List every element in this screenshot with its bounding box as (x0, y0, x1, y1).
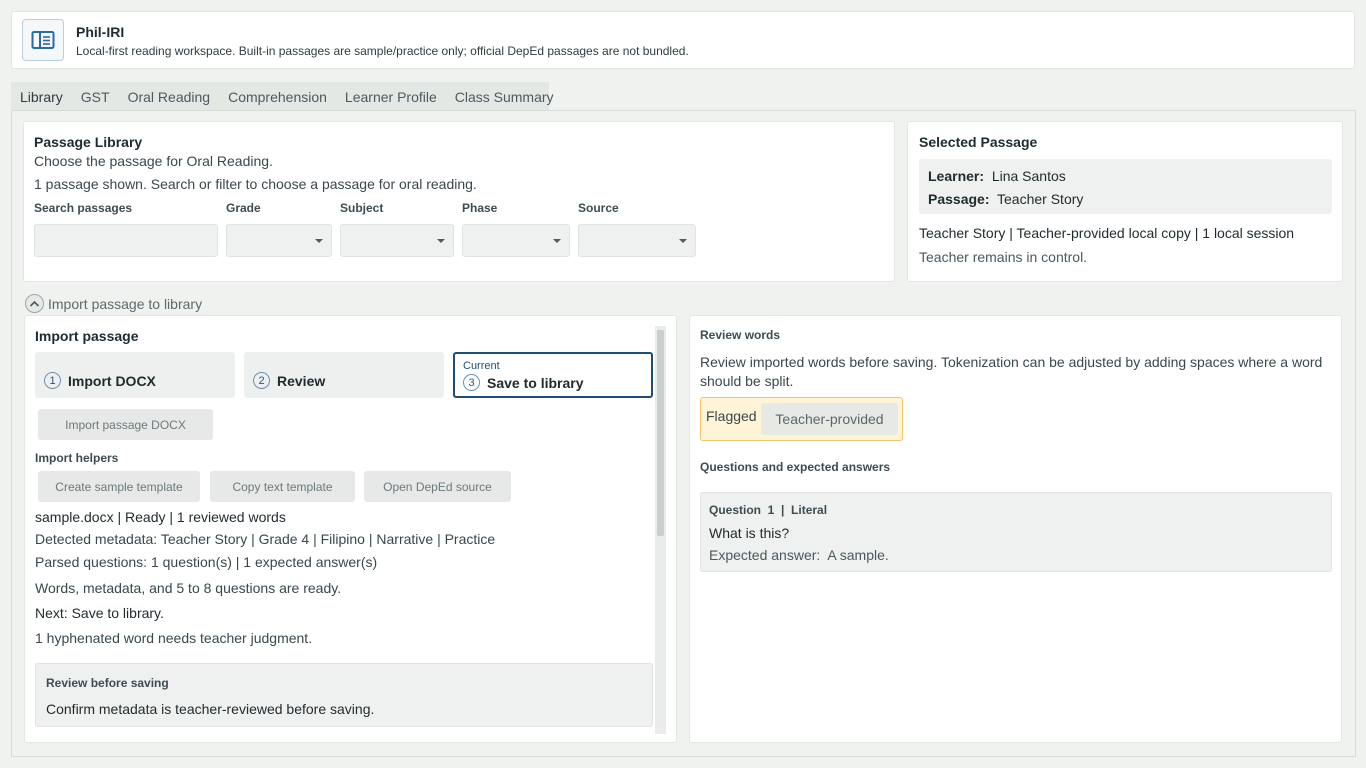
app-subtitle: Local-first reading workspace. Built-in … (76, 44, 689, 58)
step-number: 2 (253, 372, 270, 389)
search-input[interactable] (34, 224, 218, 257)
question-card: Question 1 | Literal What is this? Expec… (700, 492, 1332, 572)
tab-oral-reading[interactable]: Oral Reading (119, 89, 220, 105)
review-before-saving: Review before saving Confirm metadata is… (35, 663, 653, 727)
passage-name: Teacher Story (997, 191, 1084, 207)
copy-text-template-button[interactable]: Copy text template (210, 471, 355, 502)
create-sample-template-button[interactable]: Create sample template (38, 471, 200, 502)
learner-name: Lina Santos (991, 168, 1066, 184)
step-label: Review (277, 373, 326, 389)
chevron-down-icon (437, 239, 445, 243)
selected-passage-title: Selected Passage (919, 134, 1038, 150)
word-chip[interactable]: Teacher-provided (761, 403, 898, 435)
file-status: sample.docx | Ready | 1 reviewed words (35, 509, 286, 525)
tab-gst[interactable]: GST (72, 89, 119, 105)
import-scrollbar[interactable] (655, 326, 666, 734)
app-header: Phil-IRI Local-first reading workspace. … (11, 11, 1355, 69)
expected-answer-value: A sample. (827, 547, 889, 563)
review-words-card: Review words Review imported words befor… (689, 315, 1342, 743)
book-panel-icon (22, 19, 64, 61)
tab-class-summary[interactable]: Class Summary (446, 89, 563, 105)
subject-select[interactable] (340, 224, 454, 257)
step-save-to-library[interactable]: Current 3 Save to library (453, 352, 653, 398)
chevron-down-icon (315, 239, 323, 243)
step-label: Save to library (487, 375, 584, 391)
tab-bar: Library GST Oral Reading Comprehension L… (11, 82, 554, 111)
scroll-thumb[interactable] (657, 330, 664, 536)
next-step: Next: Save to library. (35, 605, 164, 621)
review-before-saving-title: Review before saving (46, 676, 169, 690)
selected-meta: Teacher Story | Teacher-provided local c… (919, 225, 1295, 241)
passage-library-status: 1 passage shown. Search or filter to cho… (34, 176, 477, 192)
grade-label: Grade (226, 201, 261, 215)
chevron-up-icon[interactable] (25, 294, 44, 313)
passage-row: Passage: Teacher Story (928, 191, 1083, 207)
expected-answer: Expected answer: A sample. (709, 547, 889, 563)
import-docx-button[interactable]: Import passage DOCX (38, 409, 213, 440)
expected-answer-key: Expected answer: (709, 547, 821, 563)
step-number: 1 (44, 372, 61, 389)
step-number: 3 (463, 374, 480, 391)
import-title: Import passage (35, 328, 139, 344)
tab-learner-profile[interactable]: Learner Profile (336, 89, 446, 105)
learner-row: Learner: Lina Santos (928, 168, 1066, 184)
flagged-word-group: Flagged Teacher-provided (700, 397, 903, 441)
selected-passage-card: Selected Passage Learner: Lina Santos Pa… (907, 121, 1343, 282)
selected-summary: Learner: Lina Santos Passage: Teacher St… (919, 159, 1332, 214)
review-words-description: Review imported words before saving. Tok… (700, 354, 1323, 389)
tab-library[interactable]: Library (11, 89, 72, 105)
phase-select[interactable] (462, 224, 570, 257)
selected-note: Teacher remains in control. (919, 249, 1088, 265)
review-words-title: Review words (700, 328, 781, 342)
import-toggle-label[interactable]: Import passage to library (48, 296, 202, 312)
questions-title: Questions and expected answers (700, 460, 891, 474)
grade-select[interactable] (226, 224, 332, 257)
passage-library-subtitle: Choose the passage for Oral Reading. (34, 153, 273, 169)
source-label: Source (578, 201, 619, 215)
ready-status: Words, metadata, and 5 to 8 questions ar… (35, 580, 342, 596)
search-label: Search passages (34, 201, 133, 215)
source-select[interactable] (578, 224, 696, 257)
step-label: Import DOCX (68, 373, 156, 389)
flagged-label: Flagged (706, 408, 757, 424)
import-passage-card: Import passage 1 Import DOCX 2 Review Cu… (24, 315, 677, 743)
parsed-questions: Parsed questions: 1 question(s) | 1 expe… (35, 554, 378, 570)
review-before-saving-text: Confirm metadata is teacher-reviewed bef… (46, 701, 375, 717)
hyphen-note: 1 hyphenated word needs teacher judgment… (35, 630, 313, 646)
chevron-down-icon (679, 239, 687, 243)
passage-library-card: Passage Library Choose the passage for O… (23, 121, 895, 282)
passage-key: Passage: (928, 191, 990, 207)
app-title: Phil-IRI (76, 24, 125, 40)
import-helpers-label: Import helpers (35, 451, 119, 465)
phase-label: Phase (462, 201, 498, 215)
learner-key: Learner: (928, 168, 985, 184)
tab-comprehension[interactable]: Comprehension (219, 89, 336, 105)
step-import-docx[interactable]: 1 Import DOCX (35, 352, 235, 398)
step-review[interactable]: 2 Review (244, 352, 444, 398)
question-heading: Question 1 | Literal (709, 503, 828, 517)
passage-library-title: Passage Library (34, 134, 143, 150)
question-text: What is this? (709, 525, 790, 541)
subject-label: Subject (340, 201, 384, 215)
open-deped-source-button[interactable]: Open DepEd source (364, 471, 511, 502)
detected-metadata: Detected metadata: Teacher Story | Grade… (35, 531, 496, 547)
step-current-label: Current (463, 360, 500, 372)
chevron-down-icon (553, 239, 561, 243)
